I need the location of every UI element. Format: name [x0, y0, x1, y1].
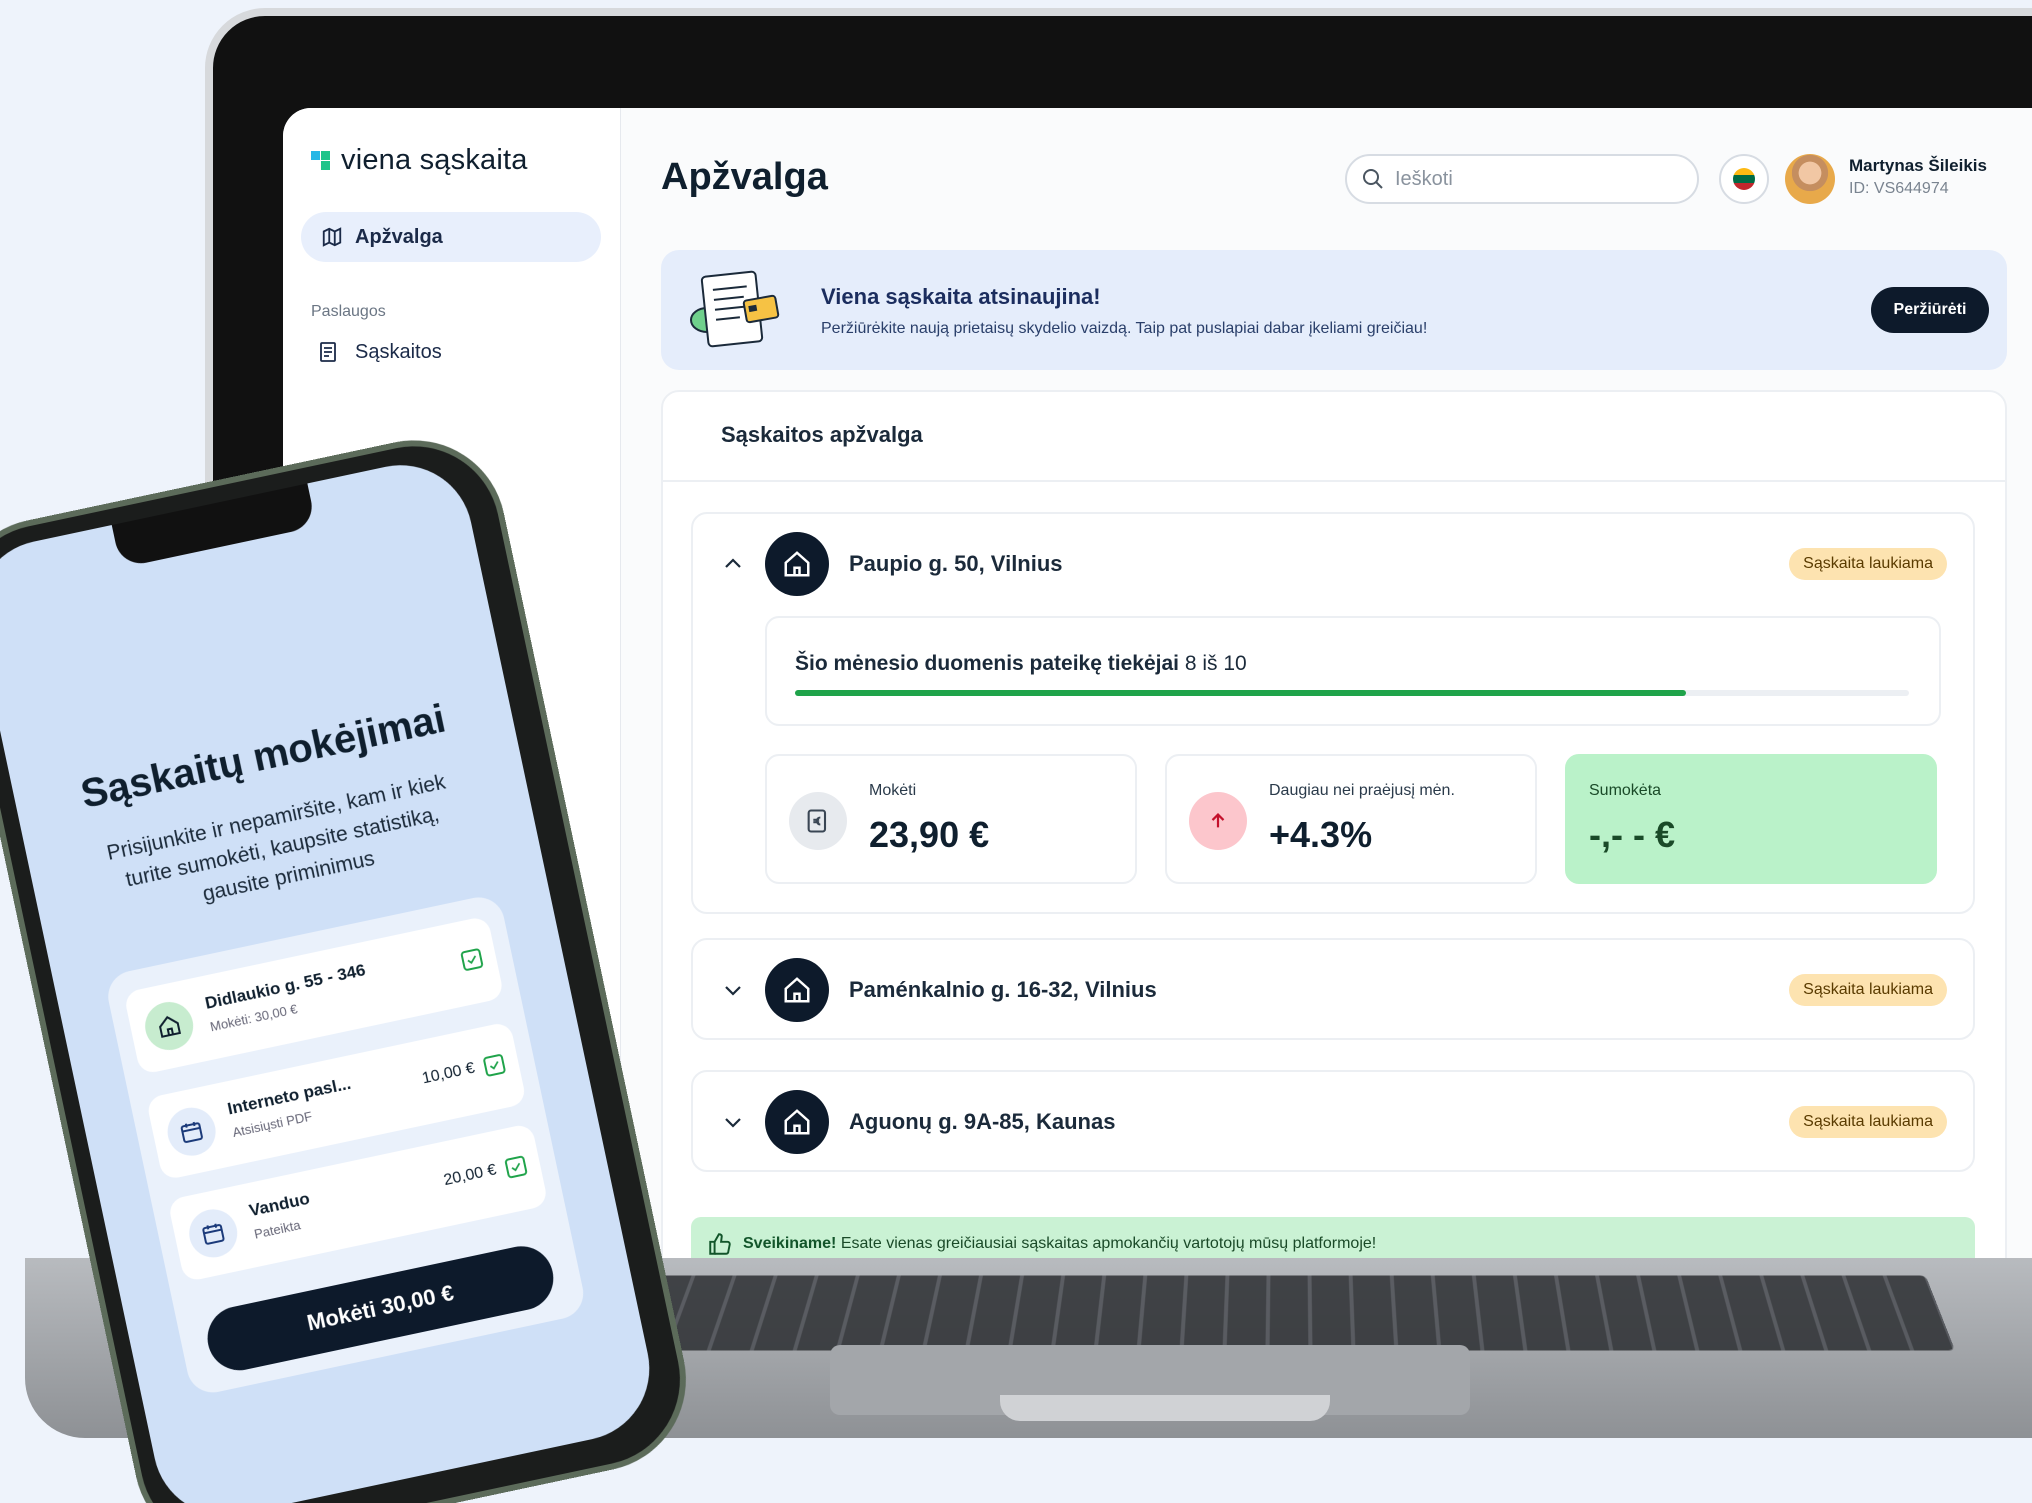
stat-label: Daugiau nei praėjusį mėn.	[1269, 782, 1455, 800]
stat-value: +4.3%	[1269, 814, 1372, 856]
calendar-icon	[185, 1205, 242, 1262]
phone-bills-card: Didlaukio g. 55 - 346 Mokėti: 30,00 € In…	[103, 893, 588, 1398]
invoice-icon	[317, 340, 341, 364]
house-icon	[765, 958, 829, 1022]
search-box[interactable]	[1345, 154, 1699, 204]
stat-label: Mokėti	[869, 782, 916, 800]
calendar-icon	[163, 1103, 220, 1160]
card-title: Sąskaitos apžvalga	[721, 422, 923, 448]
view-button[interactable]: Peržiūrėti	[1871, 287, 1989, 333]
congrats-text: Esate vienas greičiausiai sąskaitas apmo…	[841, 1235, 1376, 1252]
property-address: Paménkalnio g. 16-32, Vilnius	[849, 977, 1157, 1003]
row-subtitle: Pateikta	[253, 1217, 302, 1241]
laptop-keyboard	[625, 1275, 1955, 1350]
property-accordion: Paménkalnio g. 16-32, Vilnius Sąskaita l…	[691, 938, 1975, 1040]
congrats-bold: Sveikiname!	[743, 1235, 836, 1252]
chevron-up-icon[interactable]	[721, 552, 745, 576]
status-badge: Sąskaita laukiama	[1789, 974, 1947, 1006]
house-icon	[765, 1090, 829, 1154]
property-accordion: Paupio g. 50, Vilnius Sąskaita laukiama …	[691, 512, 1975, 914]
logo-text: viena sąskaita	[341, 144, 528, 177]
logo[interactable]: viena sąskaita	[311, 144, 528, 177]
euro-bill-icon	[789, 792, 847, 850]
banner-title: Viena sąskaita atsinaujina!	[821, 284, 1101, 310]
row-title: Vanduo	[247, 1189, 311, 1221]
stat-label: Sumokėta	[1589, 782, 1661, 800]
divider	[663, 480, 2005, 482]
update-banner: Viena sąskaita atsinaujina! Peržiūrėkite…	[661, 250, 2007, 370]
search-icon	[1361, 167, 1385, 191]
chevron-down-icon[interactable]	[721, 1110, 745, 1134]
logo-mark-icon	[311, 151, 331, 171]
progress-track	[795, 690, 1909, 696]
status-badge: Sąskaita laukiama	[1789, 1106, 1947, 1138]
accordion-header[interactable]: Paménkalnio g. 16-32, Vilnius Sąskaita l…	[693, 940, 1973, 1040]
accordion-header[interactable]: Paupio g. 50, Vilnius Sąskaita laukiama	[693, 514, 1973, 614]
house-icon	[141, 998, 198, 1055]
sidebar-item-label: Apžvalga	[355, 226, 443, 249]
progress-text: Šio mėnesio duomenis pateikę tiekėjai	[795, 652, 1179, 675]
stat-value: -,- - €	[1589, 814, 1675, 856]
row-amount: 20,00 €	[442, 1161, 498, 1190]
laptop-hinge	[1000, 1395, 1330, 1421]
search-input[interactable]	[1395, 168, 1675, 191]
progress-label: Šio mėnesio duomenis pateikę tiekėjai 8 …	[795, 652, 1247, 676]
progress-fill	[795, 690, 1686, 696]
checkbox-checked-icon[interactable]	[483, 1053, 507, 1077]
property-address: Paupio g. 50, Vilnius	[849, 551, 1063, 577]
account-overview-card: Sąskaitos apžvalga Paupio g. 50, Vilnius…	[661, 390, 2007, 1258]
invoice-illustration-icon	[683, 268, 783, 352]
user-id: ID: VS644974	[1849, 180, 1949, 198]
property-address: Aguonų g. 9A-85, Kaunas	[849, 1109, 1115, 1135]
status-badge: Sąskaita laukiama	[1789, 548, 1947, 580]
accordion-header[interactable]: Aguonų g. 9A-85, Kaunas Sąskaita laukiam…	[693, 1072, 1973, 1172]
stat-to-pay: Mokėti 23,90 €	[765, 754, 1137, 884]
page-title: Apžvalga	[661, 156, 828, 199]
arrow-up-icon	[1189, 792, 1247, 850]
user-name: Martynas Šileikis	[1849, 156, 1987, 176]
lithuania-flag-icon	[1733, 168, 1755, 190]
row-amount: 10,00 €	[421, 1060, 477, 1089]
language-button[interactable]	[1719, 154, 1769, 204]
avatar[interactable]	[1785, 154, 1835, 204]
chevron-down-icon[interactable]	[721, 978, 745, 1002]
sidebar-item-saskaitos[interactable]: Sąskaitos	[317, 340, 442, 364]
checkbox-checked-icon[interactable]	[504, 1155, 528, 1179]
sidebar-section-label: Paslaugos	[311, 303, 386, 321]
map-icon	[321, 226, 343, 248]
house-icon	[765, 532, 829, 596]
stat-change: Daugiau nei praėjusį mėn. +4.3%	[1165, 754, 1537, 884]
checkbox-checked-icon[interactable]	[460, 948, 484, 972]
stat-paid: Sumokėta -,- - €	[1565, 754, 1937, 884]
sidebar-item-label: Sąskaitos	[355, 341, 442, 364]
thumbs-up-icon	[707, 1231, 733, 1257]
congrats-banner: Sveikiname! Esate vienas greičiausiai są…	[691, 1217, 1975, 1258]
banner-text: Peržiūrėkite naują prietaisų skydelio va…	[821, 320, 1427, 338]
sidebar-item-apzvalga[interactable]: Apžvalga	[301, 212, 601, 262]
provider-progress: Šio mėnesio duomenis pateikę tiekėjai 8 …	[765, 616, 1941, 726]
progress-count: 8 iš 10	[1185, 652, 1247, 675]
stat-value: 23,90 €	[869, 814, 989, 856]
property-accordion: Aguonų g. 9A-85, Kaunas Sąskaita laukiam…	[691, 1070, 1975, 1172]
